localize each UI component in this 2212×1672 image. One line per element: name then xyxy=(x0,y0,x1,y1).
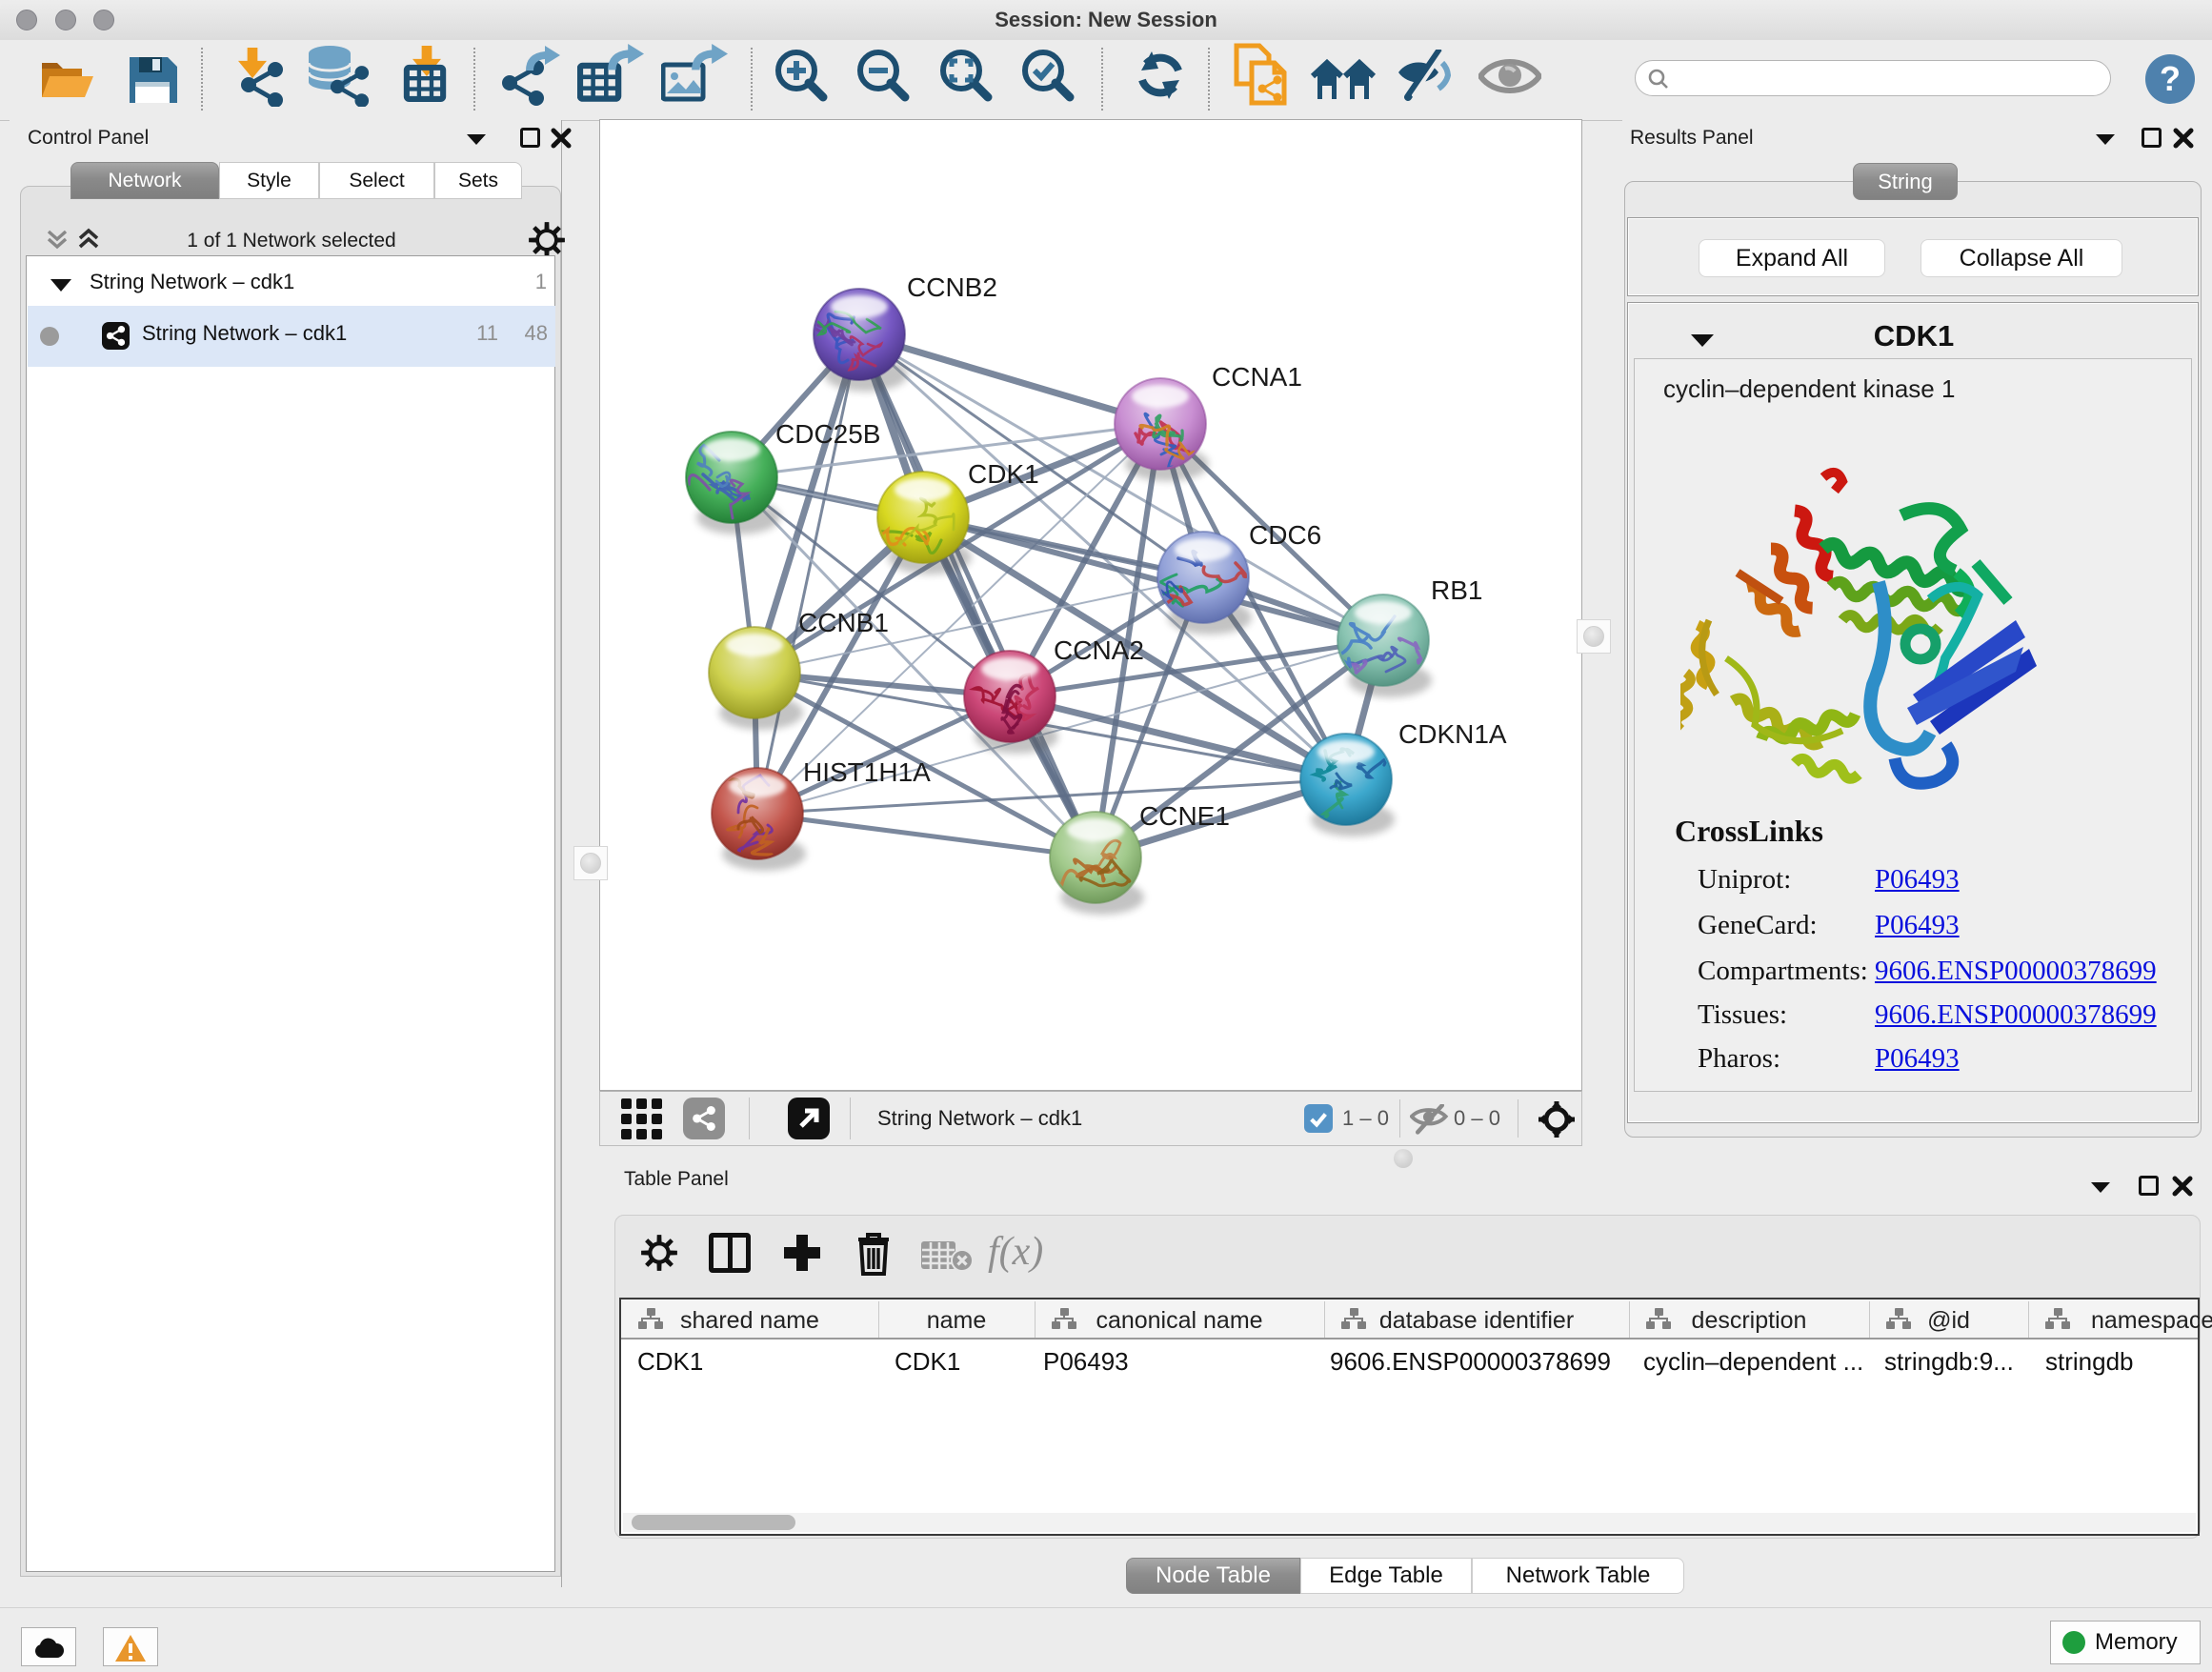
svg-text:CDC6: CDC6 xyxy=(1249,520,1321,550)
svg-text:CCNB1: CCNB1 xyxy=(798,608,889,637)
svg-text:CCNA1: CCNA1 xyxy=(1212,362,1302,392)
svg-text:CCNE1: CCNE1 xyxy=(1139,801,1230,831)
svg-text:CDC25B: CDC25B xyxy=(775,419,880,449)
svg-text:RB1: RB1 xyxy=(1431,575,1482,605)
svg-text:CDK1: CDK1 xyxy=(968,459,1039,489)
svg-text:CCNA2: CCNA2 xyxy=(1054,635,1144,665)
svg-text:HIST1H1A: HIST1H1A xyxy=(803,757,931,787)
svg-text:CCNB2: CCNB2 xyxy=(907,272,997,302)
svg-text:CDKN1A: CDKN1A xyxy=(1398,719,1507,749)
